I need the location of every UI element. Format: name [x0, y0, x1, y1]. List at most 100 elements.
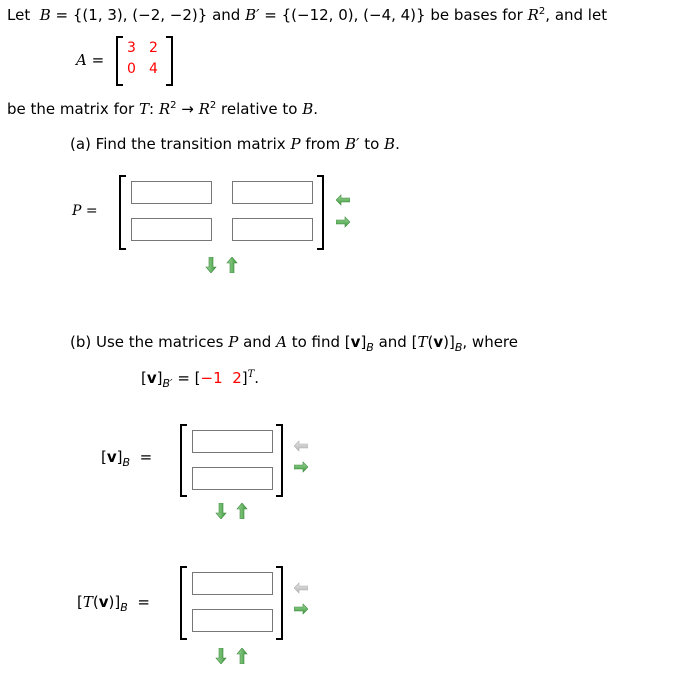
text: = [ — [172, 369, 201, 387]
arrow-right-icon — [294, 461, 308, 473]
arrow-left-icon — [336, 194, 350, 206]
TvB-left-bracket — [180, 566, 187, 640]
intro-line: Let B = {(1, 3), (−2, −2)} and B′ = {(−1… — [7, 6, 607, 24]
vB-input-r2[interactable] — [192, 467, 273, 490]
arrow-down-icon — [215, 503, 227, 519]
add-row-button[interactable] — [215, 648, 227, 664]
add-column-button[interactable] — [294, 603, 308, 615]
matrix-A-cell: 2 — [149, 40, 158, 56]
subscript-B: B — [120, 601, 128, 614]
text: . — [254, 369, 260, 387]
matrix-A-right-bracket — [166, 36, 173, 86]
T-symbol: T — [417, 333, 428, 351]
text: . — [395, 135, 400, 153]
P-symbol: P — [72, 203, 82, 219]
maps-to-arrow: → — [176, 100, 199, 118]
add-column-button[interactable] — [294, 461, 308, 473]
text: , where — [462, 333, 518, 351]
R-symbol: R — [527, 6, 539, 24]
basis-B-symbol: B — [39, 6, 51, 24]
remove-column-button-disabled[interactable] — [294, 582, 308, 594]
v-symbol: v — [433, 333, 444, 351]
text: to — [359, 135, 385, 153]
A-symbol: A — [276, 333, 287, 351]
text: : — [148, 100, 159, 118]
paren: )] — [108, 593, 121, 611]
matrix-A-cell: 4 — [149, 61, 158, 77]
and-text: and — [207, 6, 246, 24]
arrow-right-icon — [294, 603, 308, 615]
R-symbol: R — [198, 100, 210, 118]
equals: = — [130, 448, 153, 466]
subscript-B: B — [366, 341, 374, 354]
matrix-P-input-r1c1[interactable] — [131, 181, 212, 204]
vB-input-r1[interactable] — [192, 430, 273, 453]
equals: = — [86, 51, 105, 69]
part-a-question: (a) Find the transition matrix P from B′… — [70, 135, 400, 153]
matrix-P-input-r2c1[interactable] — [131, 218, 212, 241]
text: (b) Use the matrices — [70, 333, 229, 351]
remove-row-button[interactable] — [236, 648, 248, 664]
remove-row-button[interactable] — [236, 503, 248, 519]
text: from — [300, 135, 345, 153]
remove-column-button-disabled[interactable] — [294, 440, 308, 452]
T-symbol: T — [138, 100, 149, 118]
matrix-A-label: A = — [76, 51, 104, 69]
text: relative to — [216, 100, 303, 118]
subscript-B: B — [122, 456, 131, 469]
A-symbol: A — [76, 51, 87, 69]
matrix-P-input-r1c2[interactable] — [232, 181, 313, 204]
v-symbol: v — [146, 369, 157, 387]
given-vector: [v]B′ = [−1 2]T. — [141, 369, 260, 390]
given-value-1: −1 — [200, 369, 223, 387]
P-symbol: P — [290, 135, 301, 153]
matrix-P-left-bracket — [119, 175, 126, 250]
text: be the matrix for — [7, 100, 139, 118]
equals: = — [259, 6, 282, 24]
equals: = — [127, 593, 150, 611]
B-symbol: B — [302, 100, 314, 118]
paren: )] — [443, 333, 455, 351]
equals: = — [50, 6, 73, 24]
text: (a) Find the transition matrix — [70, 135, 291, 153]
intro-let: Let — [7, 6, 31, 24]
TvB-input-r2[interactable] — [192, 609, 273, 632]
P-symbol: P — [228, 333, 239, 351]
basis-B-set: {(1, 3), (−2, −2)} — [72, 6, 208, 24]
B-symbol: B — [384, 135, 396, 153]
subscript-Bprime: B′ — [162, 377, 173, 390]
add-column-button[interactable] — [336, 216, 350, 228]
TvB-label: [T(v)]B = — [77, 593, 150, 614]
vB-right-bracket — [276, 424, 283, 497]
arrow-down-icon — [215, 648, 227, 664]
part-b-question: (b) Use the matrices P and A to find [v]… — [70, 333, 518, 354]
intro-tail: , and let — [545, 6, 608, 24]
text: to find — [286, 333, 345, 351]
vB-label: [v]B = — [101, 448, 153, 469]
arrow-up-icon — [236, 648, 248, 664]
T-symbol: T — [82, 593, 93, 611]
text: . — [313, 100, 319, 118]
basis-Bprime-set: {(−12, 0), (−4, 4)} be bases for — [281, 6, 528, 24]
add-row-button[interactable] — [215, 503, 227, 519]
add-row-button[interactable] — [205, 257, 217, 273]
TvB-input-r1[interactable] — [192, 572, 273, 595]
matrix-P-right-bracket — [317, 175, 324, 250]
remove-row-button[interactable] — [226, 257, 238, 273]
Bprime-symbol: B′ — [345, 135, 360, 153]
matrix-A-cell: 3 — [127, 40, 136, 56]
basis-Bprime-symbol: B′ — [245, 6, 260, 24]
P-label: P = — [72, 203, 98, 219]
R-symbol: R — [158, 100, 171, 118]
TvB-right-bracket — [276, 566, 283, 640]
remove-column-button[interactable] — [336, 194, 350, 206]
matrix-P-input-r2c2[interactable] — [232, 218, 313, 241]
matrix-A-cell: 0 — [127, 61, 136, 77]
arrow-up-icon — [236, 503, 248, 519]
text: and — [373, 333, 412, 351]
v-symbol: v — [350, 333, 361, 351]
text: and — [238, 333, 277, 351]
matrix-description: be the matrix for T: R2 → R2 relative to… — [7, 100, 318, 118]
arrow-left-icon — [294, 582, 308, 594]
vB-left-bracket — [180, 424, 187, 497]
